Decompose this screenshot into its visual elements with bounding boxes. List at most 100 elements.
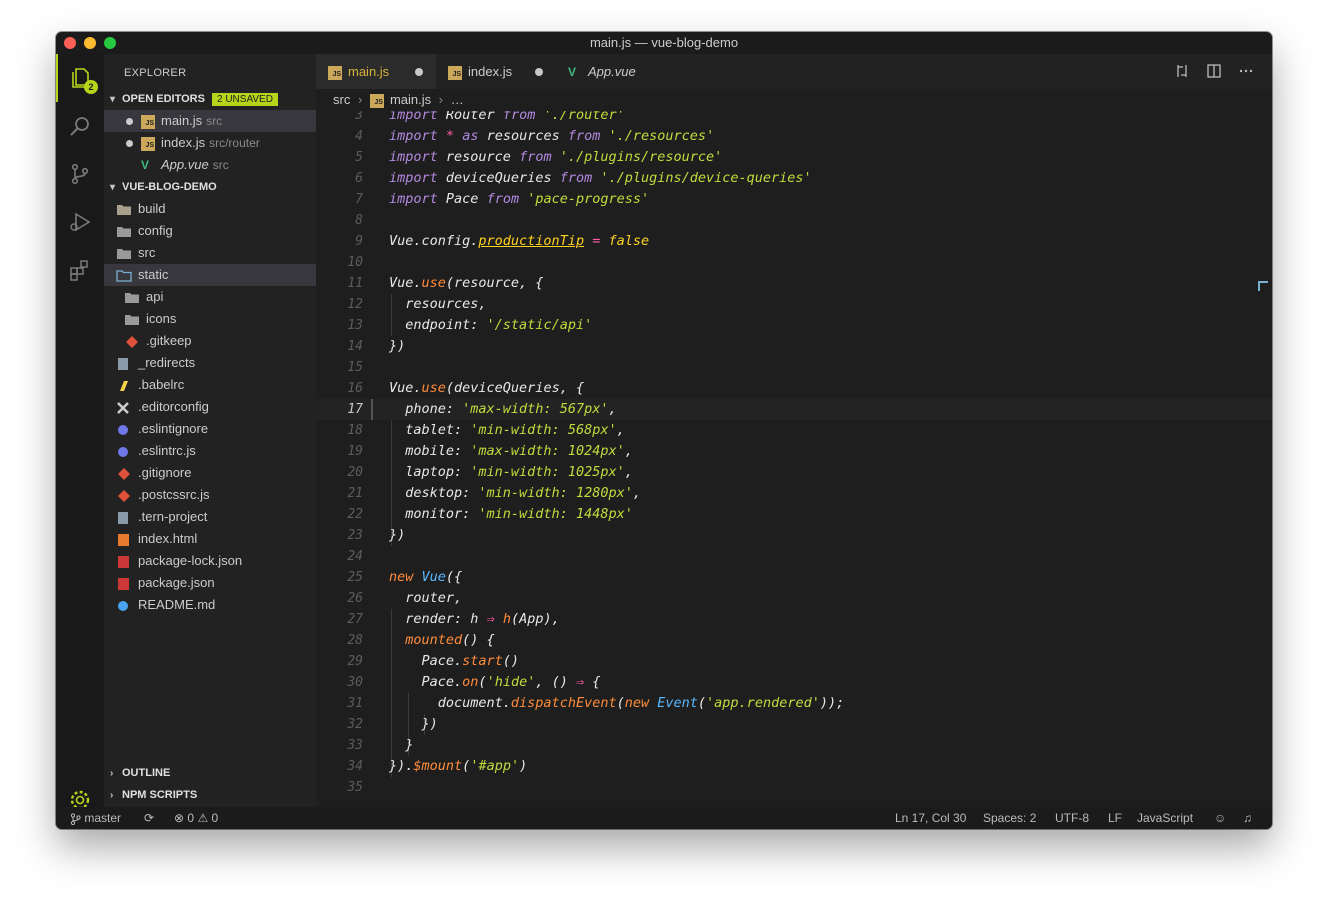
unsaved-dot-icon[interactable] (535, 68, 543, 76)
tree-item[interactable]: build (104, 198, 316, 220)
code-line[interactable]: 32 }) (316, 714, 1272, 735)
code-line[interactable]: 20 laptop: 'min-width: 1025px', (316, 462, 1272, 483)
code-line[interactable]: 27 render: h ⇒ h(App), (316, 609, 1272, 630)
tree-item[interactable]: _redirects (104, 352, 316, 374)
activity-debug[interactable] (56, 198, 104, 246)
code-line[interactable]: 23}) (316, 525, 1272, 546)
language-mode[interactable]: JavaScript (1137, 807, 1193, 829)
open-editor-item[interactable]: V App.vue src (104, 154, 316, 176)
open-editor-name: main.js (161, 113, 203, 128)
unsaved-dot-icon (126, 140, 133, 148)
code-line[interactable]: 29 Pace.start() (316, 651, 1272, 672)
code-line[interactable]: 10 (316, 252, 1272, 273)
code-line[interactable]: 12 resources, (316, 294, 1272, 315)
tree-item[interactable]: src (104, 242, 316, 264)
code-line[interactable]: 11 Vue.use(resource, { (316, 273, 1272, 294)
tab-app-vue[interactable]: V App.vue (556, 54, 676, 89)
code-line[interactable]: 19 mobile: 'max-width: 1024px', (316, 441, 1272, 462)
open-editors-header[interactable]: ▾ OPEN EDITORS 2 UNSAVED (104, 88, 316, 110)
line-ending[interactable]: LF (1108, 807, 1122, 829)
code-line[interactable]: 22 monitor: 'min-width: 1448px' (316, 504, 1272, 525)
maximize-window-button[interactable] (104, 37, 116, 49)
bell-icon[interactable]: ♫ (1243, 807, 1252, 829)
code-line[interactable]: 34}).$mount('#app') (316, 756, 1272, 777)
code-editor[interactable]: 3 import Router from './router' 4 import * … (316, 111, 1272, 807)
activity-explorer[interactable]: 2 (56, 54, 104, 102)
activity-source-control[interactable] (56, 150, 104, 198)
code-line[interactable]: 14}) (316, 336, 1272, 357)
sync-icon[interactable]: ⟳ (144, 807, 154, 829)
activity-search[interactable] (56, 102, 104, 150)
close-window-button[interactable] (64, 37, 76, 49)
open-editor-item[interactable]: JS main.js src (104, 110, 316, 132)
code-text: endpoint: '/static/api' (389, 317, 593, 333)
activity-extensions[interactable] (56, 246, 104, 294)
js-file-icon: JS (328, 65, 342, 80)
tree-item[interactable]: .postcssrc.js (104, 484, 316, 506)
code-line[interactable]: 5 import resource from './plugins/resourc… (316, 147, 1272, 168)
tree-item[interactable]: .eslintignore (104, 418, 316, 440)
code-line[interactable]: 6 import deviceQueries from './plugins/de… (316, 168, 1272, 189)
problems-item[interactable]: ⊗ 0 ⚠ 0 (174, 807, 218, 829)
tree-item[interactable]: api (104, 286, 316, 308)
tree-item[interactable]: .gitignore (104, 462, 316, 484)
code-line[interactable]: 18 tablet: 'min-width: 568px', (316, 420, 1272, 441)
outline-label: OUTLINE (122, 767, 171, 779)
indentation[interactable]: Spaces: 2 (983, 807, 1036, 829)
tree-item[interactable]: index.html (104, 528, 316, 550)
project-header[interactable]: ▾ VUE-BLOG-DEMO (104, 176, 316, 198)
tree-item[interactable]: .editorconfig (104, 396, 316, 418)
minimize-window-button[interactable] (84, 37, 96, 49)
open-editor-item[interactable]: JS index.js src/router (104, 132, 316, 154)
code-line[interactable]: 33 } (316, 735, 1272, 756)
babel-icon (116, 378, 132, 392)
tree-item[interactable]: .babelrc (104, 374, 316, 396)
npm-scripts-header[interactable]: › NPM SCRIPTS (104, 784, 316, 806)
code-line[interactable]: 30 Pace.on('hide', () ⇒ { (316, 672, 1272, 693)
tree-item-label: .gitignore (138, 465, 192, 480)
code-line[interactable]: 9 Vue.config.productionTip = false (316, 231, 1272, 252)
tab-main-js[interactable]: JS main.js (316, 54, 436, 89)
tree-item[interactable]: config (104, 220, 316, 242)
breadcrumb-file[interactable]: main.js (390, 92, 431, 107)
breadcrumb-more[interactable]: … (451, 92, 464, 107)
code-line[interactable]: 8 (316, 210, 1272, 231)
code-line[interactable]: 17 phone: 'max-width: 567px', (316, 399, 1272, 420)
breadcrumb-folder[interactable]: src (333, 92, 350, 107)
more-actions-icon[interactable] (1238, 63, 1254, 79)
outline-header[interactable]: › OUTLINE (104, 762, 316, 784)
unsaved-dot-icon[interactable] (415, 68, 423, 76)
tree-item[interactable]: static (104, 264, 316, 286)
code-line[interactable]: 28 mounted() { (316, 630, 1272, 651)
code-line[interactable]: 25 new Vue({ (316, 567, 1272, 588)
code-line[interactable]: 26 router, (316, 588, 1272, 609)
feedback-icon[interactable]: ☺ (1214, 807, 1226, 829)
tree-item[interactable]: package-lock.json (104, 550, 316, 572)
tree-item[interactable]: icons (104, 308, 316, 330)
cursor-position[interactable]: Ln 17, Col 30 (895, 807, 966, 829)
encoding[interactable]: UTF-8 (1055, 807, 1089, 829)
split-editor-icon[interactable] (1206, 63, 1222, 79)
compare-changes-icon[interactable] (1174, 63, 1190, 79)
code-text: laptop: 'min-width: 1025px', (389, 464, 633, 480)
tab-index-js[interactable]: JS index.js (436, 54, 556, 89)
code-line[interactable]: 31 document.dispatchEvent(new Event('app… (316, 693, 1272, 714)
code-line[interactable]: 16 Vue.use(deviceQueries, { (316, 378, 1272, 399)
code-line[interactable]: 24 (316, 546, 1272, 567)
code-line[interactable]: 35 (316, 777, 1272, 798)
code-line[interactable]: 4 import * as resources from './resources… (316, 126, 1272, 147)
tree-item[interactable]: .tern-project (104, 506, 316, 528)
git-icon (116, 466, 132, 480)
tree-item[interactable]: package.json (104, 572, 316, 594)
debug-icon (70, 212, 91, 232)
tree-item[interactable]: README.md (104, 594, 316, 616)
code-line[interactable]: 3 import Router from './router' (316, 111, 1272, 126)
tree-item[interactable]: .eslintrc.js (104, 440, 316, 462)
tree-item[interactable]: .gitkeep (104, 330, 316, 352)
code-line[interactable]: 13 endpoint: '/static/api' (316, 315, 1272, 336)
code-line[interactable]: 7 import Pace from 'pace-progress' (316, 189, 1272, 210)
branch-item[interactable]: master (70, 807, 121, 829)
line-number: 24 (347, 549, 363, 564)
code-line[interactable]: 21 desktop: 'min-width: 1280px', (316, 483, 1272, 504)
code-line[interactable]: 15 (316, 357, 1272, 378)
